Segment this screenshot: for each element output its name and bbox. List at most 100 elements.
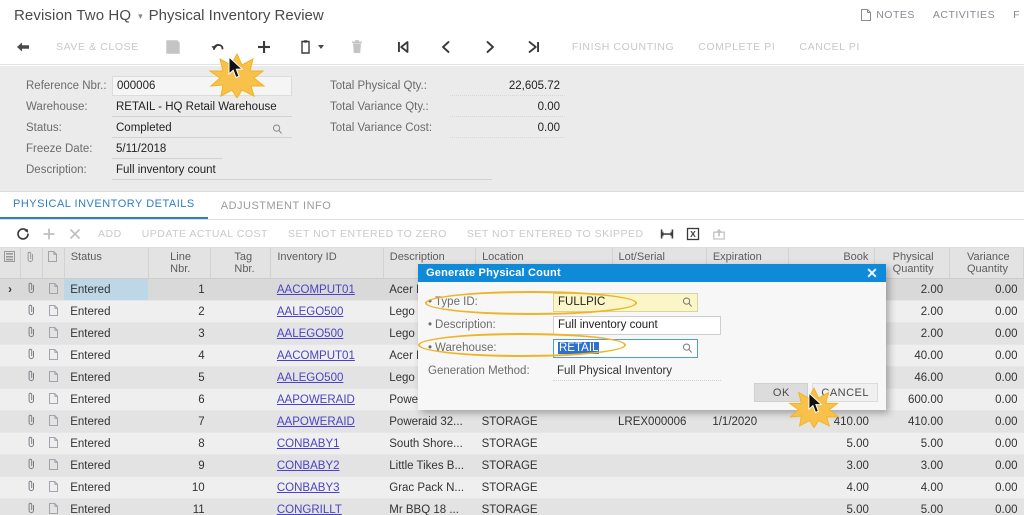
row-attachment-cell[interactable] xyxy=(20,498,43,515)
status-value[interactable]: Completed xyxy=(112,119,292,138)
note-icon[interactable] xyxy=(48,480,58,492)
search-icon[interactable] xyxy=(682,297,693,308)
cell-physical-quantity[interactable]: 2.00 xyxy=(874,278,950,301)
row-selector[interactable] xyxy=(0,476,21,499)
note-icon[interactable] xyxy=(48,436,58,448)
row-attachment-cell[interactable] xyxy=(20,344,43,367)
cell-line-nbr[interactable]: 7 xyxy=(148,410,211,433)
cell-line-nbr[interactable]: 9 xyxy=(148,454,211,477)
cancel-pi-button[interactable]: CANCEL PI xyxy=(787,41,871,53)
activities-button[interactable]: ACTIVITIES xyxy=(933,9,995,21)
cell-location[interactable]: STORAGE xyxy=(475,454,613,477)
row-note-cell[interactable] xyxy=(42,454,65,477)
paperclip-icon[interactable] xyxy=(27,458,36,470)
note-icon[interactable] xyxy=(48,458,58,470)
cell-line-nbr[interactable]: 10 xyxy=(148,476,211,499)
search-icon[interactable] xyxy=(682,343,693,354)
table-row[interactable]: Entered 9 CONBABY2 Little Tikes B... STORAGE… xyxy=(0,454,1024,477)
cell-status[interactable]: Entered xyxy=(64,322,149,345)
row-attachment-cell[interactable] xyxy=(20,432,43,455)
cell-status[interactable]: Entered xyxy=(64,344,149,367)
inventory-id-link[interactable]: AAPOWERAID xyxy=(277,416,355,428)
cell-location[interactable]: STORAGE xyxy=(475,432,613,455)
cell-variance-quantity[interactable]: 0.00 xyxy=(949,476,1024,499)
cell-status[interactable]: Entered xyxy=(64,388,149,411)
paperclip-icon[interactable] xyxy=(27,436,36,448)
cell-tag-nbr[interactable] xyxy=(210,476,271,499)
column-settings-header[interactable] xyxy=(0,248,21,279)
add-button[interactable]: ADD xyxy=(88,228,132,240)
cell-status[interactable]: Entered xyxy=(64,476,149,499)
cell-variance-quantity[interactable]: 0.00 xyxy=(949,388,1024,411)
cell-expiration[interactable] xyxy=(706,454,789,477)
note-icon[interactable] xyxy=(48,304,58,316)
fit-columns-button[interactable] xyxy=(654,220,680,248)
row-selector[interactable] xyxy=(0,388,21,411)
row-note-cell[interactable] xyxy=(42,322,65,345)
inventory-id-link[interactable]: CONBABY2 xyxy=(277,460,340,472)
note-icon[interactable] xyxy=(48,282,58,294)
cell-lot-serial[interactable]: LREX000006 xyxy=(612,410,707,433)
cell-inventory-id[interactable]: AALEGO500 xyxy=(270,322,384,345)
note-icon[interactable] xyxy=(48,370,58,382)
cell-tag-nbr[interactable] xyxy=(210,300,271,323)
cell-book[interactable]: 5.00 xyxy=(788,498,875,515)
cell-tag-nbr[interactable] xyxy=(210,498,271,515)
cell-line-nbr[interactable]: 3 xyxy=(148,322,211,345)
inventory-id-link[interactable]: AALEGO500 xyxy=(277,372,343,384)
set-not-entered-to-skipped-button[interactable]: SET NOT ENTERED TO SKIPPED xyxy=(457,228,654,240)
prev-record-button[interactable] xyxy=(424,30,468,65)
note-icon[interactable] xyxy=(48,392,58,404)
physical-quantity-header[interactable]: Physical Quantity xyxy=(874,248,950,279)
table-row[interactable]: Entered 7 AAPOWERAID Poweraid 32... STORAGE L… xyxy=(0,410,1024,433)
cell-line-nbr[interactable]: 11 xyxy=(148,498,211,515)
row-selector[interactable] xyxy=(0,410,21,433)
cell-book[interactable]: 5.00 xyxy=(788,432,875,455)
cell-lot-serial[interactable] xyxy=(612,432,707,455)
row-selector[interactable] xyxy=(0,498,21,515)
cell-variance-quantity[interactable]: 0.00 xyxy=(949,278,1024,301)
cell-inventory-id[interactable]: AACOMPUT01 xyxy=(270,278,384,301)
undo-button[interactable] xyxy=(195,30,241,65)
delete-button[interactable] xyxy=(334,30,380,65)
inventory-id-link[interactable]: CONBABY3 xyxy=(277,482,340,494)
cell-tag-nbr[interactable] xyxy=(210,278,271,301)
cell-line-nbr[interactable]: 8 xyxy=(148,432,211,455)
cell-line-nbr[interactable]: 1 xyxy=(148,278,211,301)
next-record-button[interactable] xyxy=(468,30,512,65)
cell-book[interactable]: 410.00 xyxy=(788,410,875,433)
cell-description[interactable]: Mr BBQ 18 ... xyxy=(383,498,476,515)
cell-expiration[interactable] xyxy=(706,498,789,515)
cell-description[interactable]: Grac Pack N... xyxy=(383,476,476,499)
cell-description[interactable]: South Shore... xyxy=(383,432,476,455)
cell-physical-quantity[interactable]: 5.00 xyxy=(874,432,950,455)
row-attachment-cell[interactable] xyxy=(20,278,43,301)
warehouse-value[interactable]: RETAIL - HQ Retail Warehouse xyxy=(112,98,292,117)
add-new-record-button[interactable] xyxy=(241,30,287,65)
back-button[interactable] xyxy=(0,30,44,65)
cell-line-nbr[interactable]: 2 xyxy=(148,300,211,323)
cell-status[interactable]: Entered xyxy=(64,366,149,389)
cell-variance-quantity[interactable]: 0.00 xyxy=(949,366,1024,389)
save-and-close-button[interactable]: SAVE & CLOSE xyxy=(44,41,151,53)
cell-variance-quantity[interactable]: 0.00 xyxy=(949,498,1024,515)
dialog-warehouse-input[interactable]: RETAIL xyxy=(553,338,698,358)
cell-tag-nbr[interactable] xyxy=(210,388,271,411)
note-icon[interactable] xyxy=(48,348,58,360)
paperclip-icon[interactable] xyxy=(27,502,36,514)
inventory-id-link[interactable]: AALEGO500 xyxy=(277,328,343,340)
cell-physical-quantity[interactable]: 410.00 xyxy=(874,410,950,433)
tab-physical-inventory-details[interactable]: PHYSICAL INVENTORY DETAILS xyxy=(0,198,208,219)
row-note-cell[interactable] xyxy=(42,410,65,433)
row-attachment-cell[interactable] xyxy=(20,300,43,323)
row-note-cell[interactable] xyxy=(42,366,65,389)
cell-variance-quantity[interactable]: 0.00 xyxy=(949,322,1024,345)
company-name[interactable]: Revision Two HQ xyxy=(0,7,131,24)
row-selector[interactable] xyxy=(0,344,21,367)
cell-tag-nbr[interactable] xyxy=(210,410,271,433)
table-row[interactable]: Entered 10 CONBABY3 Grac Pack N... STORAGE 4.… xyxy=(0,476,1024,499)
row-attachment-cell[interactable] xyxy=(20,322,43,345)
row-note-cell[interactable] xyxy=(42,498,65,515)
status-header[interactable]: Status xyxy=(64,248,149,279)
row-attachment-cell[interactable] xyxy=(20,476,43,499)
